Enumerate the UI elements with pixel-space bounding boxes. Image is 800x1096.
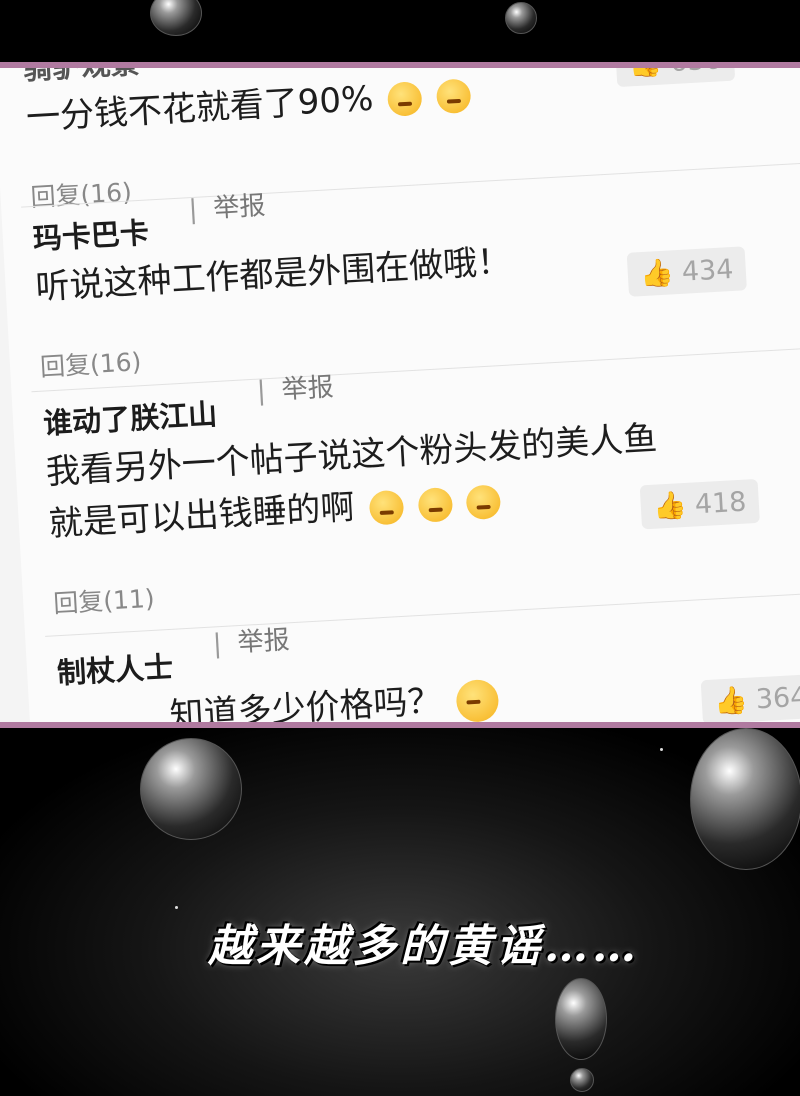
angry-emoji-icon — [368, 489, 405, 526]
like-button[interactable]: 👍 418 — [639, 478, 760, 530]
reply-link[interactable]: 回复(11) — [52, 541, 800, 620]
like-count: 418 — [693, 486, 748, 520]
comment-username: 制杖人士 — [56, 649, 175, 691]
comment-sheet: 骑驴观景 一分钱不花就看了90% 👍 636 回复(16) 玛卡巴卡 |举报 听… — [0, 62, 800, 728]
comment-username: 骑驴观景 — [22, 62, 141, 87]
comment-item: 制杖人士 | 举报 知道多少价格吗？ 👍 364 — [56, 607, 800, 728]
report-link[interactable]: | 举报 — [188, 185, 267, 226]
angry-emoji-icon — [417, 486, 453, 523]
comment-text: 就是可以出钱睡的啊 — [47, 487, 356, 545]
water-drop-icon — [150, 0, 202, 36]
water-drop-icon — [140, 738, 242, 840]
report-link[interactable]: | 举报 — [212, 619, 291, 660]
caption-text: 越来越多的黄谣…… — [208, 921, 640, 972]
report-label: 举报 — [280, 372, 335, 406]
like-count: 434 — [680, 253, 735, 288]
thumbs-up-icon: 👍 — [627, 62, 664, 81]
like-button[interactable]: 👍 434 — [626, 246, 747, 297]
water-drop-icon — [570, 1068, 594, 1092]
comment-username: 玛卡巴卡 — [32, 215, 150, 256]
report-label: 举报 — [236, 625, 291, 659]
grinning-emoji-icon — [387, 80, 424, 117]
top-dark-strip — [0, 0, 800, 62]
water-drop-icon — [505, 2, 537, 34]
report-label: 举报 — [212, 190, 267, 224]
comment-text: 一分钱不花就看了90% — [25, 78, 375, 139]
comment-screenshot-frame: 骑驴观景 一分钱不花就看了90% 👍 636 回复(16) 玛卡巴卡 |举报 听… — [0, 62, 800, 728]
sparkle — [660, 748, 663, 751]
water-drop-icon — [555, 978, 607, 1060]
like-button[interactable]: 👍 364 — [700, 673, 800, 722]
comment-username: 谁动了朕江山 — [42, 396, 218, 441]
comment-item: 谁动了朕江山 | 举报 我看另外一个帖子说这个粉头发的美人鱼 就是可以出钱睡的啊 … — [42, 357, 800, 620]
grinning-emoji-icon — [435, 77, 472, 114]
sparkle — [175, 906, 178, 909]
thumbs-up-icon: 👍 — [652, 489, 688, 523]
thumbs-up-icon: 👍 — [639, 257, 675, 291]
report-link[interactable]: | 举报 — [256, 366, 335, 407]
thinking-emoji-icon — [455, 678, 500, 722]
thumbs-up-icon: 👍 — [713, 684, 749, 718]
like-count: 364 — [754, 680, 800, 715]
comment-text: 知道多少价格吗？ — [168, 680, 443, 728]
water-drop-icon — [690, 728, 800, 870]
like-count: 636 — [669, 68, 722, 78]
angry-emoji-icon — [465, 483, 502, 520]
